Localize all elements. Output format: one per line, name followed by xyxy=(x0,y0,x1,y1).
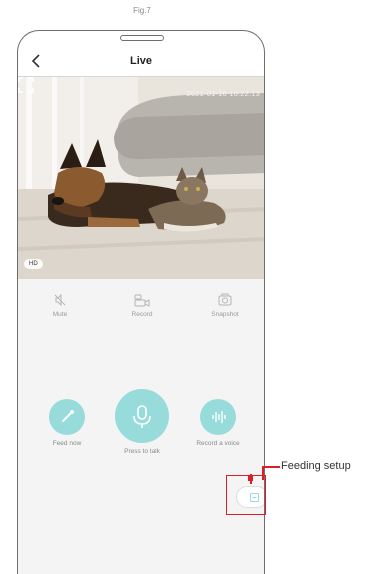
voice-wave-icon xyxy=(212,411,226,423)
annotation-leader-horizontal xyxy=(262,466,280,468)
feed-now-circle xyxy=(49,399,85,435)
phone-speaker xyxy=(120,35,164,41)
snapshot-label: Snapshot xyxy=(211,311,239,318)
video-scene xyxy=(18,77,264,279)
press-to-talk-button[interactable]: Press to talk xyxy=(106,389,178,455)
annotation-anchor xyxy=(248,476,253,481)
feed-now-button[interactable]: Feed now xyxy=(39,399,95,447)
figure-caption: Fig.7 xyxy=(133,6,151,15)
record-button[interactable]: Record xyxy=(107,293,177,318)
mute-label: Mute xyxy=(52,311,68,318)
annotation-highlight-box xyxy=(226,475,266,515)
hd-quality-badge[interactable]: HD xyxy=(24,259,43,269)
fullscreen-icon[interactable] xyxy=(18,77,34,93)
record-label: Record xyxy=(131,311,153,318)
feed-icon xyxy=(62,410,74,422)
annotation-leader-vertical xyxy=(262,466,264,480)
press-to-talk-label: Press to talk xyxy=(124,448,160,455)
page-title: Live xyxy=(129,55,152,67)
record-icon xyxy=(134,294,150,307)
video-timestamp: 2021-01-16 10:22:13 xyxy=(186,89,260,98)
mute-button[interactable]: Mute xyxy=(25,293,95,318)
annotation-label: Feeding setup xyxy=(281,460,351,472)
live-video[interactable]: 2021-01-16 10:22:13 HD xyxy=(18,77,264,279)
microphone-icon xyxy=(133,405,151,428)
page: Fig.7 Live 2021-01-16 10:22:13 HD Mute R… xyxy=(0,0,382,574)
camera-icon xyxy=(218,293,232,306)
app-header: Live xyxy=(18,46,264,77)
feed-now-label: Feed now xyxy=(52,440,82,447)
record-voice-button[interactable]: Record a voice xyxy=(186,399,250,447)
mute-icon xyxy=(54,293,66,307)
press-to-talk-circle xyxy=(115,389,169,443)
record-voice-label: Record a voice xyxy=(196,440,240,447)
snapshot-button[interactable]: Snapshot xyxy=(190,293,260,318)
record-voice-circle xyxy=(200,399,236,435)
control-panel: Mute Record Snapshot Feed now Press to t… xyxy=(18,279,264,574)
